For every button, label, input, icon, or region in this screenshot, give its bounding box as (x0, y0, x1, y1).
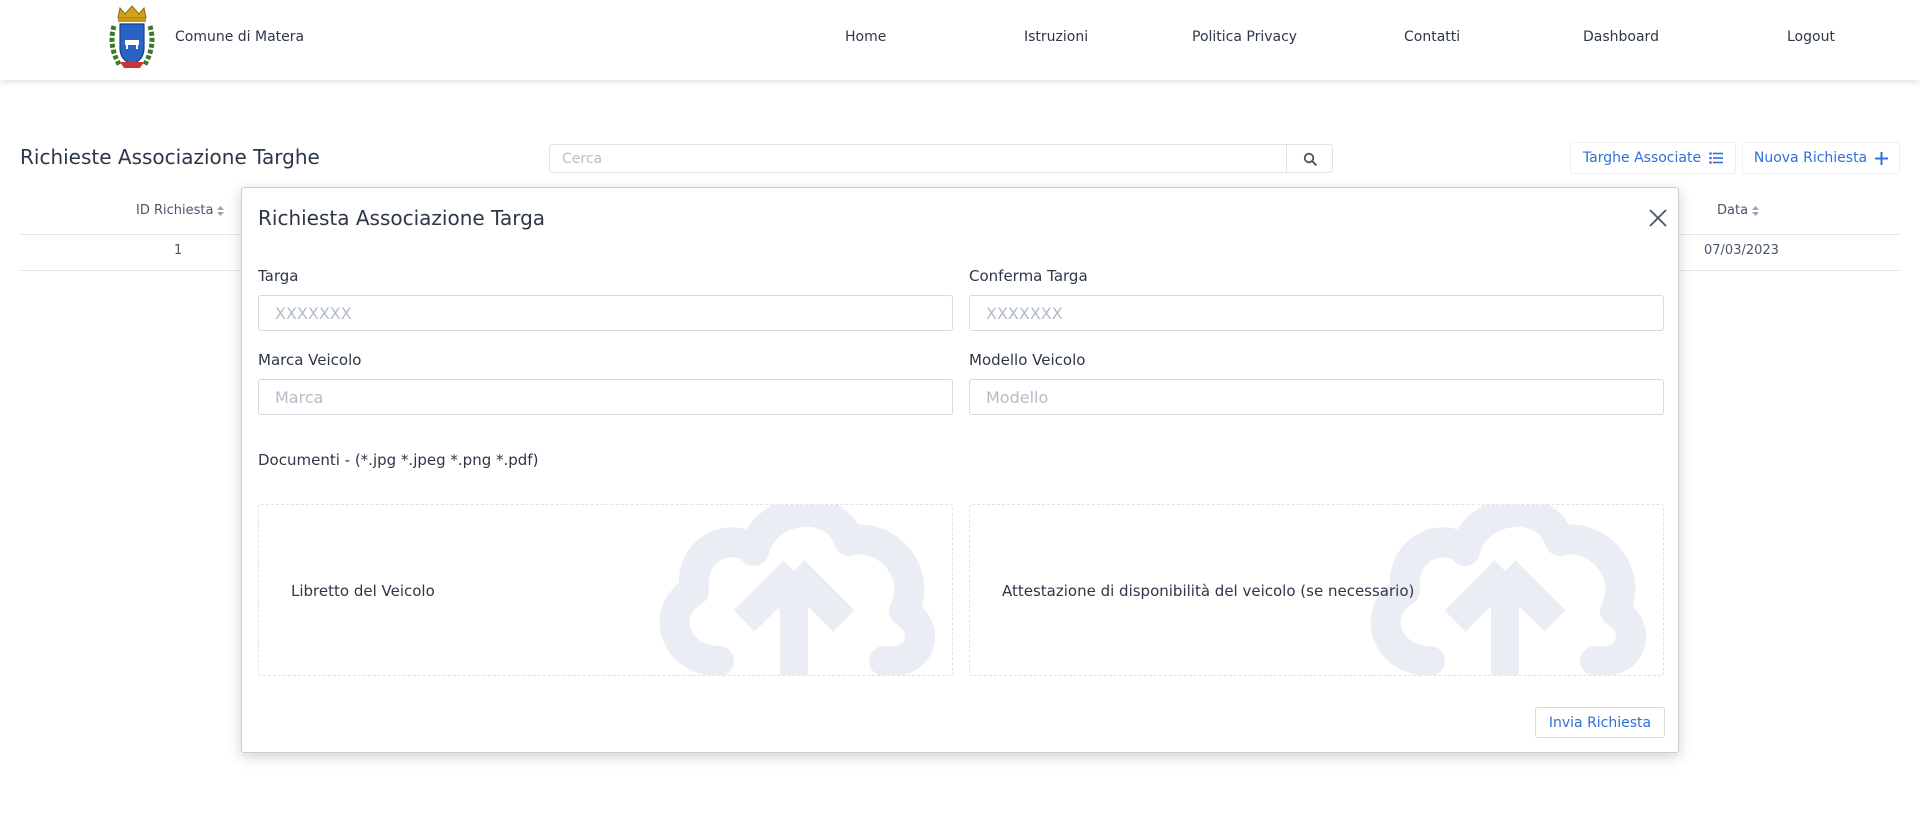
modal-title: Richiesta Associazione Targa (258, 206, 546, 230)
search-icon (1303, 152, 1317, 166)
brand-name[interactable]: Comune di Matera (175, 29, 304, 45)
modal-close-button[interactable] (1646, 206, 1670, 230)
targa-label: Targa (258, 267, 299, 285)
marca-label: Marca Veicolo (258, 351, 362, 369)
column-header-id[interactable]: ID Richiesta (136, 203, 225, 218)
search-button[interactable] (1286, 145, 1332, 172)
upload-label-attestazione: Attestazione di disponibilità del veicol… (1002, 582, 1415, 600)
search-bar (549, 144, 1333, 173)
nav-politica-privacy[interactable]: Politica Privacy (1192, 29, 1297, 45)
page-title: Richieste Associazione Targhe (20, 145, 320, 169)
new-request-label: Nuova Richiesta (1753, 150, 1868, 166)
plate-request-modal: Richiesta Associazione Targa Targa Confe… (241, 187, 1679, 753)
column-header-id-label: ID Richiesta (136, 203, 214, 218)
nav-dashboard[interactable]: Dashboard (1583, 29, 1659, 45)
targa-input[interactable] (258, 295, 953, 331)
matera-coat-of-arms-logo[interactable] (106, 4, 158, 74)
top-navbar: Comune di Matera Home Istruzioni Politic… (0, 0, 1920, 80)
documents-label: Documenti - (*.jpg *.jpeg *.png *.pdf) (258, 451, 539, 469)
upload-dropzone-attestazione[interactable]: Attestazione di disponibilità del veicol… (969, 504, 1664, 676)
table-cell-date[interactable]: 07/03/2023 (1704, 243, 1779, 258)
conferma-targa-input[interactable] (969, 295, 1664, 331)
sort-icon (1752, 205, 1760, 216)
marca-input[interactable] (258, 379, 953, 415)
conferma-targa-label: Conferma Targa (969, 267, 1088, 285)
associated-plates-label: Targhe Associate (1582, 150, 1702, 166)
close-icon (1649, 209, 1667, 227)
sort-icon (217, 205, 225, 216)
nav-home[interactable]: Home (845, 29, 886, 45)
modello-input[interactable] (969, 379, 1664, 415)
upload-dropzone-libretto[interactable]: Libretto del Veicolo (258, 504, 953, 676)
upload-label-libretto: Libretto del Veicolo (291, 582, 435, 600)
new-request-button[interactable]: Nuova Richiesta (1742, 142, 1900, 174)
column-header-date[interactable]: Data (1717, 203, 1760, 218)
submit-request-button[interactable]: Invia Richiesta (1535, 707, 1665, 738)
nav-istruzioni[interactable]: Istruzioni (1024, 29, 1088, 45)
list-icon (1709, 152, 1724, 164)
table-cell-id[interactable]: 1 (174, 243, 182, 258)
plus-icon (1875, 151, 1889, 165)
cloud-upload-icon (659, 505, 935, 675)
modello-label: Modello Veicolo (969, 351, 1086, 369)
associated-plates-button[interactable]: Targhe Associate (1570, 142, 1736, 174)
search-input[interactable] (550, 145, 1286, 172)
nav-contatti[interactable]: Contatti (1404, 29, 1460, 45)
column-header-date-label: Data (1717, 203, 1749, 218)
nav-logout[interactable]: Logout (1787, 29, 1835, 45)
